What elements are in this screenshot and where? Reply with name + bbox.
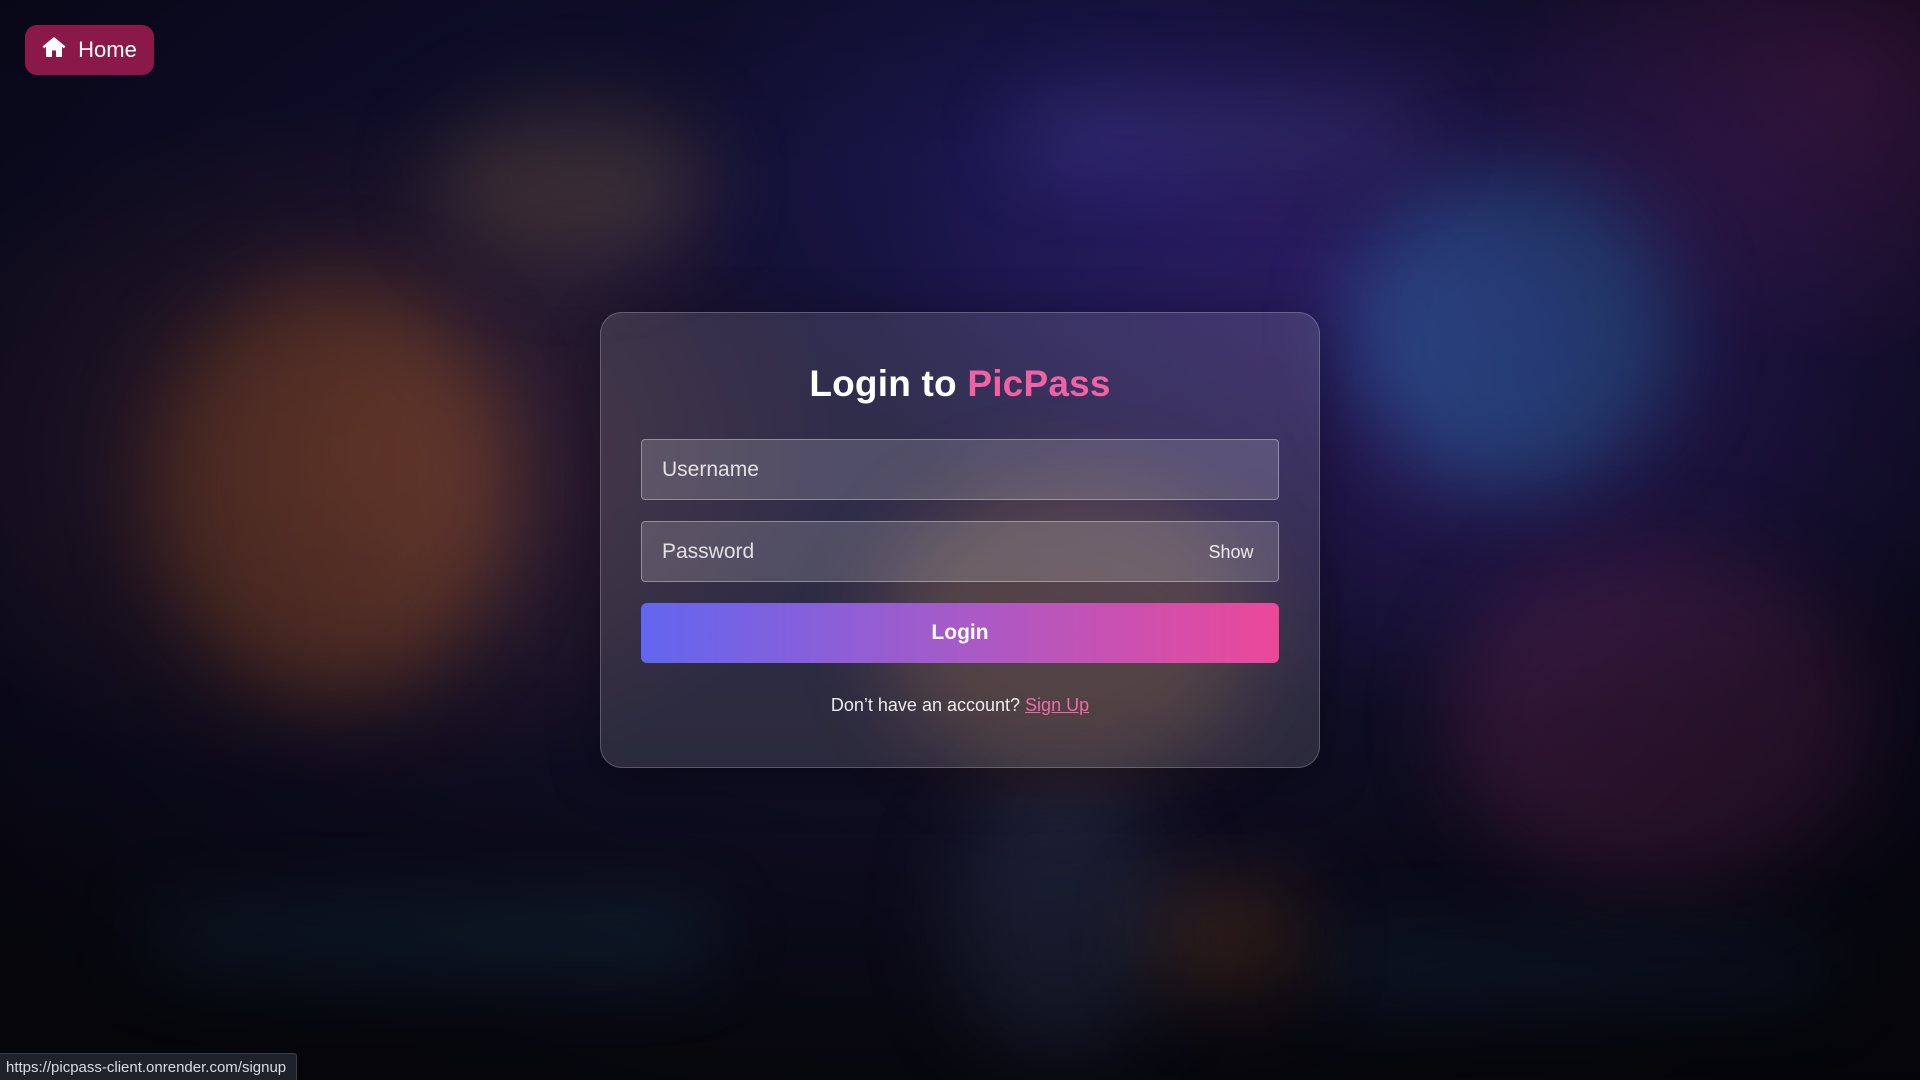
page-title: Login to PicPass <box>601 363 1319 405</box>
signup-prompt-text: Don’t have an account? <box>830 695 1021 715</box>
username-input[interactable] <box>641 439 1279 500</box>
password-input[interactable] <box>641 521 1279 582</box>
title-prefix: Login to <box>809 363 957 404</box>
signup-link[interactable]: Sign Up <box>1025 695 1089 715</box>
home-icon <box>42 36 66 64</box>
login-card: Login to PicPass Show Login Don’t have a… <box>600 312 1320 768</box>
show-password-toggle[interactable]: Show <box>1201 540 1261 564</box>
home-button[interactable]: Home <box>25 25 154 75</box>
status-bar-url: https://picpass-client.onrender.com/sign… <box>0 1053 298 1080</box>
login-button[interactable]: Login <box>641 603 1279 663</box>
signup-prompt-line: Don’t have an account? Sign Up <box>601 695 1319 716</box>
brand-name: PicPass <box>967 363 1111 404</box>
home-button-label: Home <box>78 37 137 62</box>
